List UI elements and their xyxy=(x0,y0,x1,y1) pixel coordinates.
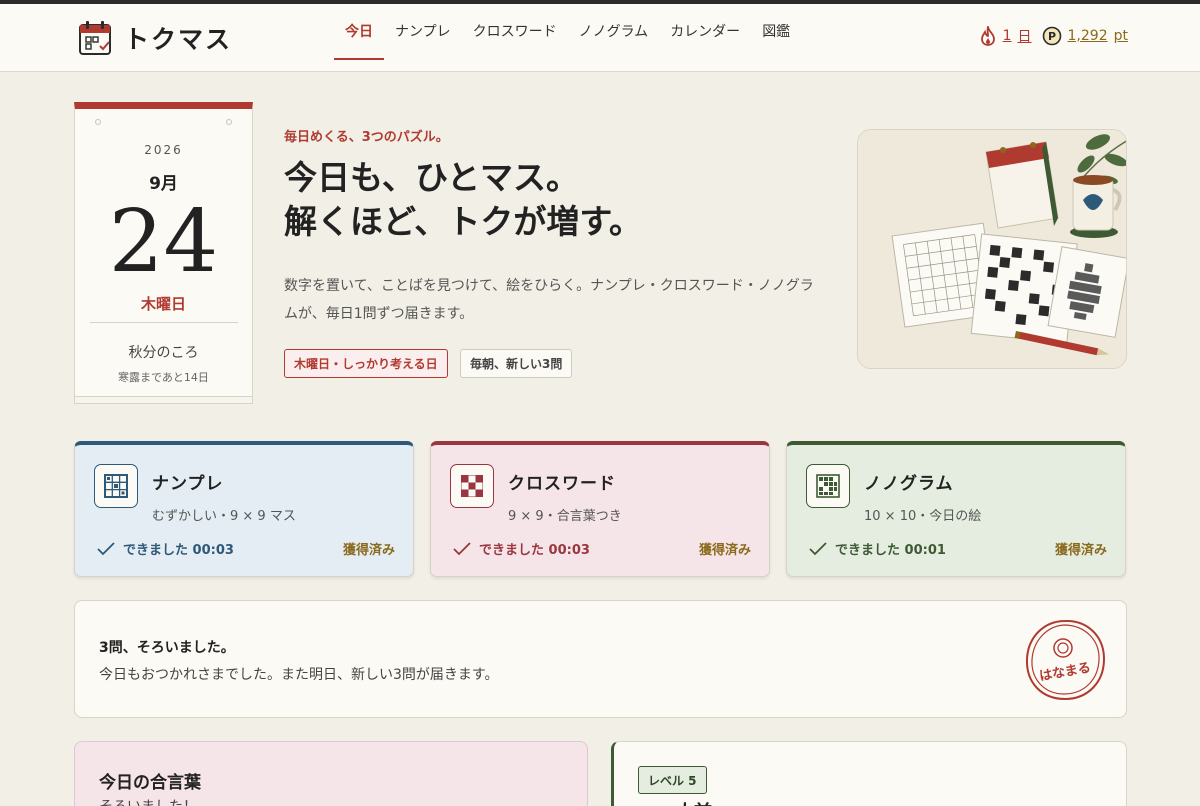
daily-calendar: 2026 9月 24 木曜日 秋分のころ 寒露まであと14日 xyxy=(74,102,253,404)
nonogram-title: ノノグラム xyxy=(864,474,954,494)
points-stat[interactable]: P 1,292 pt xyxy=(1042,26,1128,46)
calendar-month: 9月 xyxy=(149,174,178,194)
nonogram-card[interactable]: ノノグラム 10 × 10・今日の絵 できました 00:01 獲得済み xyxy=(786,441,1126,577)
flame-icon xyxy=(980,26,995,46)
nonogram-grid-icon xyxy=(806,464,850,508)
site-header: トクマス 今日 ナンプレ クロスワード ノノグラム カレンダー 図鑑 1 日 P… xyxy=(0,4,1200,72)
calendar-year: 2026 xyxy=(144,143,183,157)
calendar-season: 秋分のころ xyxy=(128,345,199,361)
crossword-title: クロスワード xyxy=(508,474,616,494)
nav-crossword[interactable]: クロスワード xyxy=(462,4,568,60)
day-theme-tag: 木曜日・しっかり考える日 xyxy=(284,349,448,378)
calendar-divider xyxy=(90,322,238,323)
streak-value[interactable]: 1 xyxy=(1003,28,1012,44)
logo[interactable]: トクマス xyxy=(78,20,232,56)
nav-calendar[interactable]: カレンダー xyxy=(659,4,751,60)
crossword-time: できました 00:03 xyxy=(479,543,590,558)
calendar-day: 24 xyxy=(108,192,219,292)
puzzle-desk-illustration xyxy=(858,130,1126,368)
hero-title-line1: 今日も、ひとマス。 xyxy=(284,158,580,197)
coin-icon: P xyxy=(1042,26,1061,46)
streak-stat[interactable]: 1 日 xyxy=(979,26,1032,46)
nav-today[interactable]: 今日 xyxy=(334,4,384,60)
calendar-hole xyxy=(95,119,101,125)
level-rank: 一人前 xyxy=(658,798,712,806)
password-subtitle: そろいました！ xyxy=(99,796,197,806)
hero-title: 今日も、ひとマス。 解くほど、トクが増す。 xyxy=(284,156,642,244)
points-unit[interactable]: pt xyxy=(1114,28,1128,44)
daily-puzzles-tag: 毎朝、新しい3問 xyxy=(460,349,573,378)
user-stats: 1 日 P 1,292 pt xyxy=(979,26,1128,46)
stamp-text: はなまる xyxy=(1038,661,1092,685)
crossword-earned-status: 獲得済み xyxy=(698,543,751,558)
hero-illustration xyxy=(857,129,1127,369)
brand-name: トクマス xyxy=(124,25,233,54)
check-icon xyxy=(453,541,471,555)
points-value[interactable]: 1,292 xyxy=(1068,28,1108,44)
nonogram-earned-status: 獲得済み xyxy=(1054,543,1107,558)
calendar-weekday: 木曜日 xyxy=(140,295,186,313)
nav-sudoku[interactable]: ナンプレ xyxy=(384,4,462,60)
crossword-detail: 9 × 9・合言葉つき xyxy=(508,509,622,524)
crossword-card[interactable]: クロスワード 9 × 9・合言葉つき できました 00:03 獲得済み xyxy=(430,441,770,577)
calendar-hole xyxy=(226,119,232,125)
hero-description: 数字を置いて、ことばを見つけて、絵をひらく。ナンプレ・クロスワード・ノノグラムが… xyxy=(284,278,814,322)
svg-text:P: P xyxy=(1047,30,1055,43)
check-icon xyxy=(809,541,827,555)
sudoku-earned-status: 獲得済み xyxy=(342,543,395,558)
calendar-logo-icon xyxy=(79,21,111,55)
completion-title: 3問、そろいました。 xyxy=(99,640,235,656)
hanamaru-stamp-icon: はなまる xyxy=(1025,619,1106,701)
nonogram-detail: 10 × 10・今日の絵 xyxy=(864,509,982,524)
completion-banner: 3問、そろいました。 今日もおつかれさまでした。また明日、新しい3問が届きます。… xyxy=(74,600,1127,718)
nonogram-completed: できました 00:01 xyxy=(809,539,946,558)
nav-nonogram[interactable]: ノノグラム xyxy=(568,4,660,60)
password-card[interactable]: 今日の合言葉 そろいました！ xyxy=(74,741,588,806)
nav-collection[interactable]: 図鑑 xyxy=(751,4,801,60)
nonogram-time: できました 00:01 xyxy=(835,543,946,558)
hero-eyebrow: 毎日めくる、3つのパズル。 xyxy=(284,130,449,145)
calendar-next-season: 寒露まであと14日 xyxy=(118,371,209,384)
crossword-grid-icon xyxy=(450,464,494,508)
hero-title-line2: 解くほど、トクが増す。 xyxy=(284,202,643,241)
sudoku-detail: むずかしい・9 × 9 マス xyxy=(152,509,296,524)
level-card[interactable]: レベル 5 一人前 xyxy=(611,741,1127,806)
sudoku-completed: できました 00:03 xyxy=(97,539,234,558)
main-nav: 今日 ナンプレ クロスワード ノノグラム カレンダー 図鑑 xyxy=(334,4,801,72)
sudoku-grid-icon xyxy=(94,464,138,508)
level-badge: レベル 5 xyxy=(638,766,707,794)
completion-message: 今日もおつかれさまでした。また明日、新しい3問が届きます。 xyxy=(99,667,499,683)
sudoku-card[interactable]: ナンプレ むずかしい・9 × 9 マス できました 00:03 獲得済み xyxy=(74,441,414,577)
sudoku-title: ナンプレ xyxy=(152,474,224,494)
streak-unit[interactable]: 日 xyxy=(1018,26,1032,46)
crossword-completed: できました 00:03 xyxy=(453,539,590,558)
check-icon xyxy=(97,541,115,555)
password-title: 今日の合言葉 xyxy=(99,773,201,793)
sudoku-time: できました 00:03 xyxy=(123,543,234,558)
